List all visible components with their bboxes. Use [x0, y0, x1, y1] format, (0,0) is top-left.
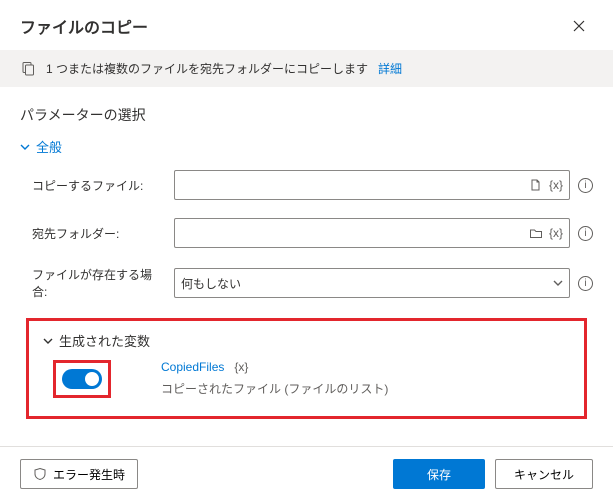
chevron-down-icon: [43, 336, 53, 346]
if-exists-label: ファイルが存在する場合:: [32, 266, 164, 300]
destination-label: 宛先フォルダー:: [32, 225, 164, 242]
toggle-knob: [85, 372, 99, 386]
destination-input[interactable]: {x}: [174, 218, 570, 248]
variable-token-icon[interactable]: {x}: [549, 178, 563, 192]
info-icon[interactable]: i: [578, 226, 593, 241]
folder-picker-icon[interactable]: [529, 226, 543, 240]
on-error-label: エラー発生時: [53, 466, 125, 483]
variable-name[interactable]: CopiedFiles: [161, 360, 224, 374]
banner-text: 1 つまたは複数のファイルを宛先フォルダーにコピーします: [46, 60, 368, 77]
params-section-title: パラメーターの選択: [20, 105, 593, 125]
copy-icon: [20, 61, 36, 77]
variable-toggle[interactable]: [62, 369, 102, 389]
if-exists-select[interactable]: 何もしない: [174, 268, 570, 298]
generated-variables-section: 生成された変数 CopiedFiles {x} コピーされたファイル (ファイル…: [26, 318, 587, 419]
chevron-down-icon: [20, 142, 30, 152]
info-banner: 1 つまたは複数のファイルを宛先フォルダーにコピーします 詳細: [0, 50, 613, 87]
variable-token-icon: {x}: [234, 360, 248, 374]
close-button[interactable]: [565, 12, 593, 40]
general-label: 全般: [36, 137, 62, 156]
file-to-copy-label: コピーするファイル:: [32, 177, 164, 194]
file-to-copy-input[interactable]: {x}: [174, 170, 570, 200]
generated-label: 生成された変数: [59, 331, 150, 350]
file-picker-icon[interactable]: [529, 178, 543, 192]
on-error-button[interactable]: エラー発生時: [20, 459, 138, 489]
details-link[interactable]: 詳細: [378, 60, 402, 77]
chevron-down-icon: [553, 278, 563, 288]
cancel-button[interactable]: キャンセル: [495, 459, 593, 489]
general-accordion[interactable]: 全般: [20, 137, 593, 156]
variable-description: コピーされたファイル (ファイルのリスト): [161, 380, 388, 397]
generated-accordion[interactable]: 生成された変数: [43, 331, 570, 350]
dialog-title: ファイルのコピー: [20, 14, 148, 38]
info-icon[interactable]: i: [578, 178, 593, 193]
info-icon[interactable]: i: [578, 276, 593, 291]
toggle-highlight: [53, 360, 111, 398]
save-button[interactable]: 保存: [393, 459, 485, 489]
variable-token-icon[interactable]: {x}: [549, 226, 563, 240]
close-icon: [573, 20, 585, 32]
shield-icon: [33, 467, 47, 481]
if-exists-value: 何もしない: [181, 275, 241, 292]
